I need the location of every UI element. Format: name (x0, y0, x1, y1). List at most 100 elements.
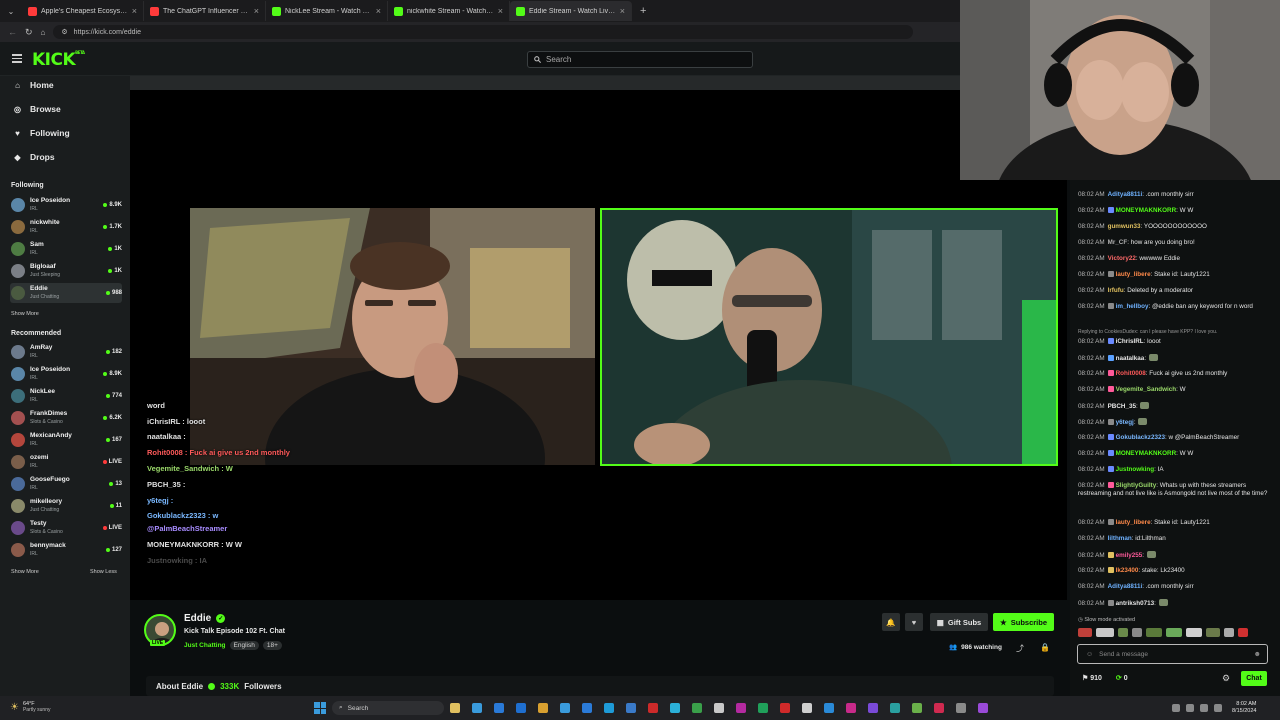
sidebar-channel[interactable]: AmRay IRL 182 (10, 342, 122, 362)
taskbar-app-icon[interactable] (956, 703, 966, 713)
taskbar-app-icon[interactable] (626, 703, 636, 713)
chat-username[interactable]: emily255 (1116, 552, 1143, 559)
gift-subs-button[interactable]: ▦ Gift Subs (930, 613, 988, 631)
system-tray-icon[interactable] (1200, 704, 1208, 712)
tab-close-icon[interactable]: × (498, 6, 503, 16)
sidebar-channel[interactable]: Sam IRL 1K (10, 239, 122, 259)
system-tray-icon[interactable] (1172, 704, 1180, 712)
show-less-recommended[interactable]: Show Less (90, 569, 117, 575)
chat-username[interactable]: Victory22 (1108, 255, 1136, 262)
taskbar-app-icon[interactable] (560, 703, 570, 713)
browser-tab[interactable]: NickLee Stream - Watch Live × (266, 1, 388, 21)
chat-username[interactable]: lilthman (1108, 535, 1132, 542)
taskbar-app-icon[interactable] (912, 703, 922, 713)
start-button[interactable] (314, 702, 326, 714)
chat-username[interactable]: Rohit0008 (1116, 370, 1146, 377)
emote-icon[interactable] (1224, 628, 1234, 637)
system-clock[interactable]: 8:02 AM 8/15/2024 (1232, 701, 1256, 715)
taskbar-app-icon[interactable] (670, 703, 680, 713)
taskbar-app-icon[interactable] (736, 703, 746, 713)
reload-icon[interactable]: ↻ (25, 27, 33, 38)
sidebar-channel[interactable]: Bigloaaf Just Sleeping 1K (10, 261, 122, 281)
chat-username[interactable]: MONEYMAKNKORR (1116, 450, 1177, 457)
sidebar-channel[interactable]: Ice Poseidon IRL 8.9K (10, 195, 122, 215)
emote-icon[interactable] (1186, 628, 1202, 637)
subscribe-button[interactable]: ★ Subscribe (993, 613, 1054, 631)
chat-username[interactable]: im_hellboy (1116, 303, 1149, 310)
home-icon[interactable]: ⌂ (41, 28, 46, 37)
emote-picker-icon[interactable]: ☻ (1254, 651, 1261, 658)
tab-close-icon[interactable]: × (620, 6, 625, 16)
browser-tab[interactable]: nickwhite Stream - Watch Live × (388, 1, 510, 21)
chat-username[interactable]: y6tegj (1116, 419, 1134, 426)
taskbar-search[interactable]: ⌕ Search (332, 701, 444, 715)
streamer-name[interactable]: Eddie (184, 613, 211, 624)
browser-tab[interactable]: The ChatGPT Influencer Trip Just × (144, 1, 266, 21)
weather-widget[interactable]: ☀ 64°F Partly sunny (10, 701, 50, 713)
sidebar-nav-home[interactable]: ⌂ Home (13, 80, 54, 90)
sidebar-nav-following[interactable]: ♥ Following (13, 128, 70, 138)
sidebar-channel[interactable]: Testy Slots & Casino LIVE (10, 518, 122, 538)
sidebar-channel[interactable]: FrankDimes Slots & Casino 6.2K (10, 408, 122, 428)
kick-logo[interactable]: KICKBETA (32, 50, 85, 70)
browser-tab[interactable]: Apple's Cheapest Ecosystem Bri × (22, 1, 144, 21)
chat-username[interactable]: gumwun33 (1108, 223, 1141, 230)
emote-icon[interactable] (1078, 628, 1092, 637)
url-field[interactable]: ⚙ https://kick.com/eddie (53, 25, 914, 39)
taskbar-app-icon[interactable] (802, 703, 812, 713)
sidebar-nav-browse[interactable]: ◎ Browse (13, 104, 61, 114)
taskbar-app-icon[interactable] (868, 703, 878, 713)
chat-username[interactable]: naatalkaa (1116, 355, 1145, 362)
tab-close-icon[interactable]: × (254, 6, 259, 16)
chat-username[interactable]: Vegemite_Sandwich (1116, 386, 1177, 393)
taskbar-app-icon[interactable] (648, 703, 658, 713)
taskbar-app-icon[interactable] (582, 703, 592, 713)
chat-username[interactable]: lrfufu (1108, 287, 1124, 294)
chat-username[interactable]: Aditya8811i (1108, 191, 1143, 198)
emote-icon[interactable] (1096, 628, 1114, 637)
back-icon[interactable]: ← (8, 27, 17, 37)
chat-username[interactable]: SlightlyGuilty (1116, 482, 1157, 489)
sidebar-channel[interactable]: mikelleory Just Chatting 11 (10, 496, 122, 516)
sidebar-channel[interactable]: Ice Poseidon IRL 8.9K (10, 364, 122, 384)
share-icon[interactable]: ⤴ (1016, 643, 1024, 654)
taskbar-app-icon[interactable] (846, 703, 856, 713)
taskbar-app-icon[interactable] (450, 703, 460, 713)
taskbar-app-icon[interactable] (824, 703, 834, 713)
emote-icon[interactable] (1132, 628, 1142, 637)
sidebar-channel[interactable]: NickLee IRL 774 (10, 386, 122, 406)
taskbar-app-icon[interactable] (890, 703, 900, 713)
emote-icon[interactable] (1118, 628, 1128, 637)
show-more-recommended[interactable]: Show More (11, 569, 39, 575)
system-tray-icon[interactable] (1186, 704, 1194, 712)
category-link[interactable]: Just Chatting (184, 642, 226, 649)
taskbar-app-icon[interactable] (714, 703, 724, 713)
tag-language[interactable]: English (229, 641, 259, 650)
new-tab-button[interactable]: + (640, 5, 646, 17)
taskbar-app-icon[interactable] (538, 703, 548, 713)
tag-mature[interactable]: 18+ (262, 641, 282, 650)
chat-message-input[interactable]: ☺ Send a message ☻ (1077, 644, 1268, 664)
search-input[interactable]: Search (527, 51, 753, 68)
chat-username[interactable]: lauty_libere (1116, 271, 1151, 278)
sidebar-channel[interactable]: ozemi IRL LIVE (10, 452, 122, 472)
taskbar-app-icon[interactable] (604, 703, 614, 713)
chat-username[interactable]: Gokublackz2323 (1116, 434, 1165, 441)
sidebar-channel[interactable]: Eddie Just Chatting 988 (10, 283, 122, 303)
chat-username[interactable]: lk23400 (1116, 567, 1139, 574)
lock-icon[interactable]: 🔒 (1040, 643, 1050, 652)
taskbar-app-icon[interactable] (494, 703, 504, 713)
sidebar-channel[interactable]: nickwhite IRL 1.7K (10, 217, 122, 237)
taskbar-app-icon[interactable] (978, 703, 988, 713)
menu-icon[interactable] (12, 54, 22, 65)
notification-bell-button[interactable]: 🔔 (882, 613, 900, 631)
site-info-icon[interactable]: ⚙ (61, 28, 67, 36)
tab-menu-icon[interactable]: ⌄ (0, 0, 22, 22)
system-tray-icon[interactable] (1214, 704, 1222, 712)
chat-send-button[interactable]: Chat (1241, 671, 1267, 686)
taskbar-app-icon[interactable] (934, 703, 944, 713)
chat-username[interactable]: Justnowking (1116, 466, 1154, 473)
emote-icon[interactable] (1146, 628, 1162, 637)
emote-icon[interactable] (1206, 628, 1220, 637)
chat-settings-icon[interactable]: ⚙ (1222, 673, 1230, 684)
